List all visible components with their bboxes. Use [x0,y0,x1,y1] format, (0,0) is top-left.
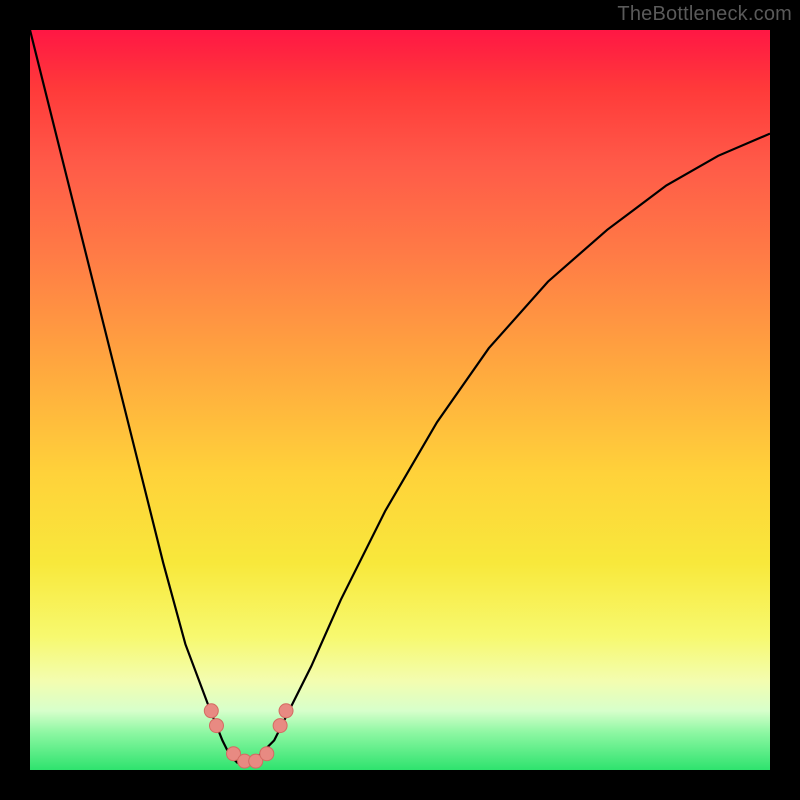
left-dot-2 [209,719,223,733]
chart-svg [30,30,770,770]
chart-frame [30,30,770,770]
right-dot-2 [279,704,293,718]
bottom-dot-4 [260,747,274,761]
left-dot-1 [204,704,218,718]
marker-layer [204,704,293,768]
watermark-text: TheBottleneck.com [617,3,792,26]
right-dot-1 [273,719,287,733]
bottleneck-curve [30,30,770,763]
